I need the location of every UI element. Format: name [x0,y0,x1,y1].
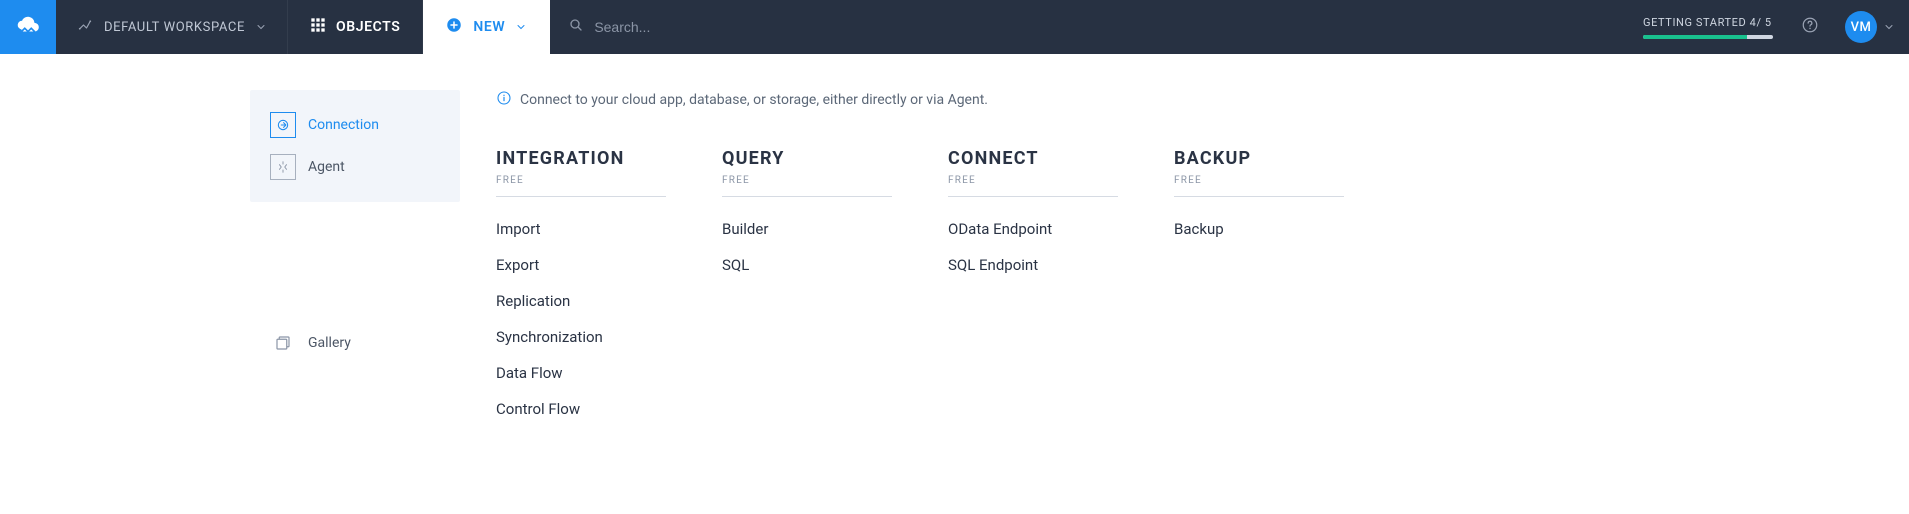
avatar-initials: VM [1851,20,1872,35]
progress-bar [1643,35,1773,39]
help-button[interactable] [1789,0,1831,54]
column-item[interactable]: OData Endpoint [948,211,1118,247]
column-header: INTEGRATION FREE [496,148,666,197]
column-item[interactable]: Backup [1174,211,1344,247]
column-item[interactable]: Replication [496,283,666,319]
workspace-selector[interactable]: DEFAULT WORKSPACE [56,0,288,54]
column-subtitle: FREE [1174,175,1344,186]
nav-objects-label: OBJECTS [336,19,400,35]
chevron-down-icon [255,21,267,33]
search-area [550,0,792,54]
sidebar-item-label: Connection [308,117,379,133]
column-subtitle: FREE [948,175,1118,186]
column-header: CONNECT FREE [948,148,1118,197]
sidebar: Connection Agent Gallery [0,90,460,427]
column-header: QUERY FREE [722,148,892,197]
cloud-icon [15,12,41,42]
column-backup: BACKUP FREE Backup [1174,148,1344,427]
nav-new[interactable]: NEW [423,0,550,54]
workspace-icon [76,16,94,38]
grid-icon [310,17,326,37]
user-menu[interactable]: VM [1831,0,1909,54]
info-banner: Connect to your cloud app, database, or … [496,90,1909,110]
column-title: BACKUP [1174,148,1344,169]
column-title: CONNECT [948,148,1118,169]
column-integration: INTEGRATION FREE ImportExportReplicationSy… [496,148,666,427]
nav-new-label: NEW [473,19,505,35]
chevron-down-icon [515,21,527,33]
column-item[interactable]: Data Flow [496,355,666,391]
column-item[interactable]: Control Flow [496,391,666,427]
sidebar-bottom: Gallery [250,322,460,364]
chevron-down-icon [1883,21,1895,33]
progress-fill [1643,35,1747,39]
connection-icon [270,112,296,138]
column-subtitle: FREE [722,175,892,186]
search-input[interactable] [594,19,774,35]
sidebar-item-label: Agent [308,159,345,175]
column-title: INTEGRATION [496,148,666,169]
help-icon [1801,16,1819,38]
sidebar-item-agent[interactable]: Agent [250,146,460,188]
column-item[interactable]: SQL Endpoint [948,247,1118,283]
column-title: QUERY [722,148,892,169]
column-item[interactable]: SQL [722,247,892,283]
column-item[interactable]: Import [496,211,666,247]
column-query: QUERY FREE BuilderSQL [722,148,892,427]
sidebar-item-gallery[interactable]: Gallery [250,322,460,364]
getting-started-label: GETTING STARTED 4/ 5 [1643,16,1773,29]
gallery-icon [270,330,296,356]
column-item[interactable]: Builder [722,211,892,247]
page-body: Connection Agent Gallery [0,54,1909,427]
sidebar-item-connection[interactable]: Connection [250,104,460,146]
sidebar-card: Connection Agent [250,90,460,202]
agent-icon [270,154,296,180]
column-subtitle: FREE [496,175,666,186]
plus-circle-icon [445,16,463,38]
column-connect: CONNECT FREE OData EndpointSQL Endpoint [948,148,1118,427]
topbar-spacer [792,0,1627,54]
main-content: Connect to your cloud app, database, or … [460,90,1909,427]
search-icon [568,17,584,37]
column-header: BACKUP FREE [1174,148,1344,197]
sidebar-item-label: Gallery [308,335,351,351]
brand-logo[interactable] [0,0,56,54]
workspace-label: DEFAULT WORKSPACE [104,20,245,35]
info-icon [496,90,512,110]
info-text: Connect to your cloud app, database, or … [520,92,988,108]
getting-started[interactable]: GETTING STARTED 4/ 5 [1627,0,1789,54]
column-item[interactable]: Export [496,247,666,283]
columns-grid: INTEGRATION FREE ImportExportReplicationSy… [496,148,1909,427]
column-item[interactable]: Synchronization [496,319,666,355]
top-nav: DEFAULT WORKSPACE OBJECTS NEW [0,0,1909,54]
nav-objects[interactable]: OBJECTS [288,0,423,54]
avatar: VM [1845,11,1877,43]
